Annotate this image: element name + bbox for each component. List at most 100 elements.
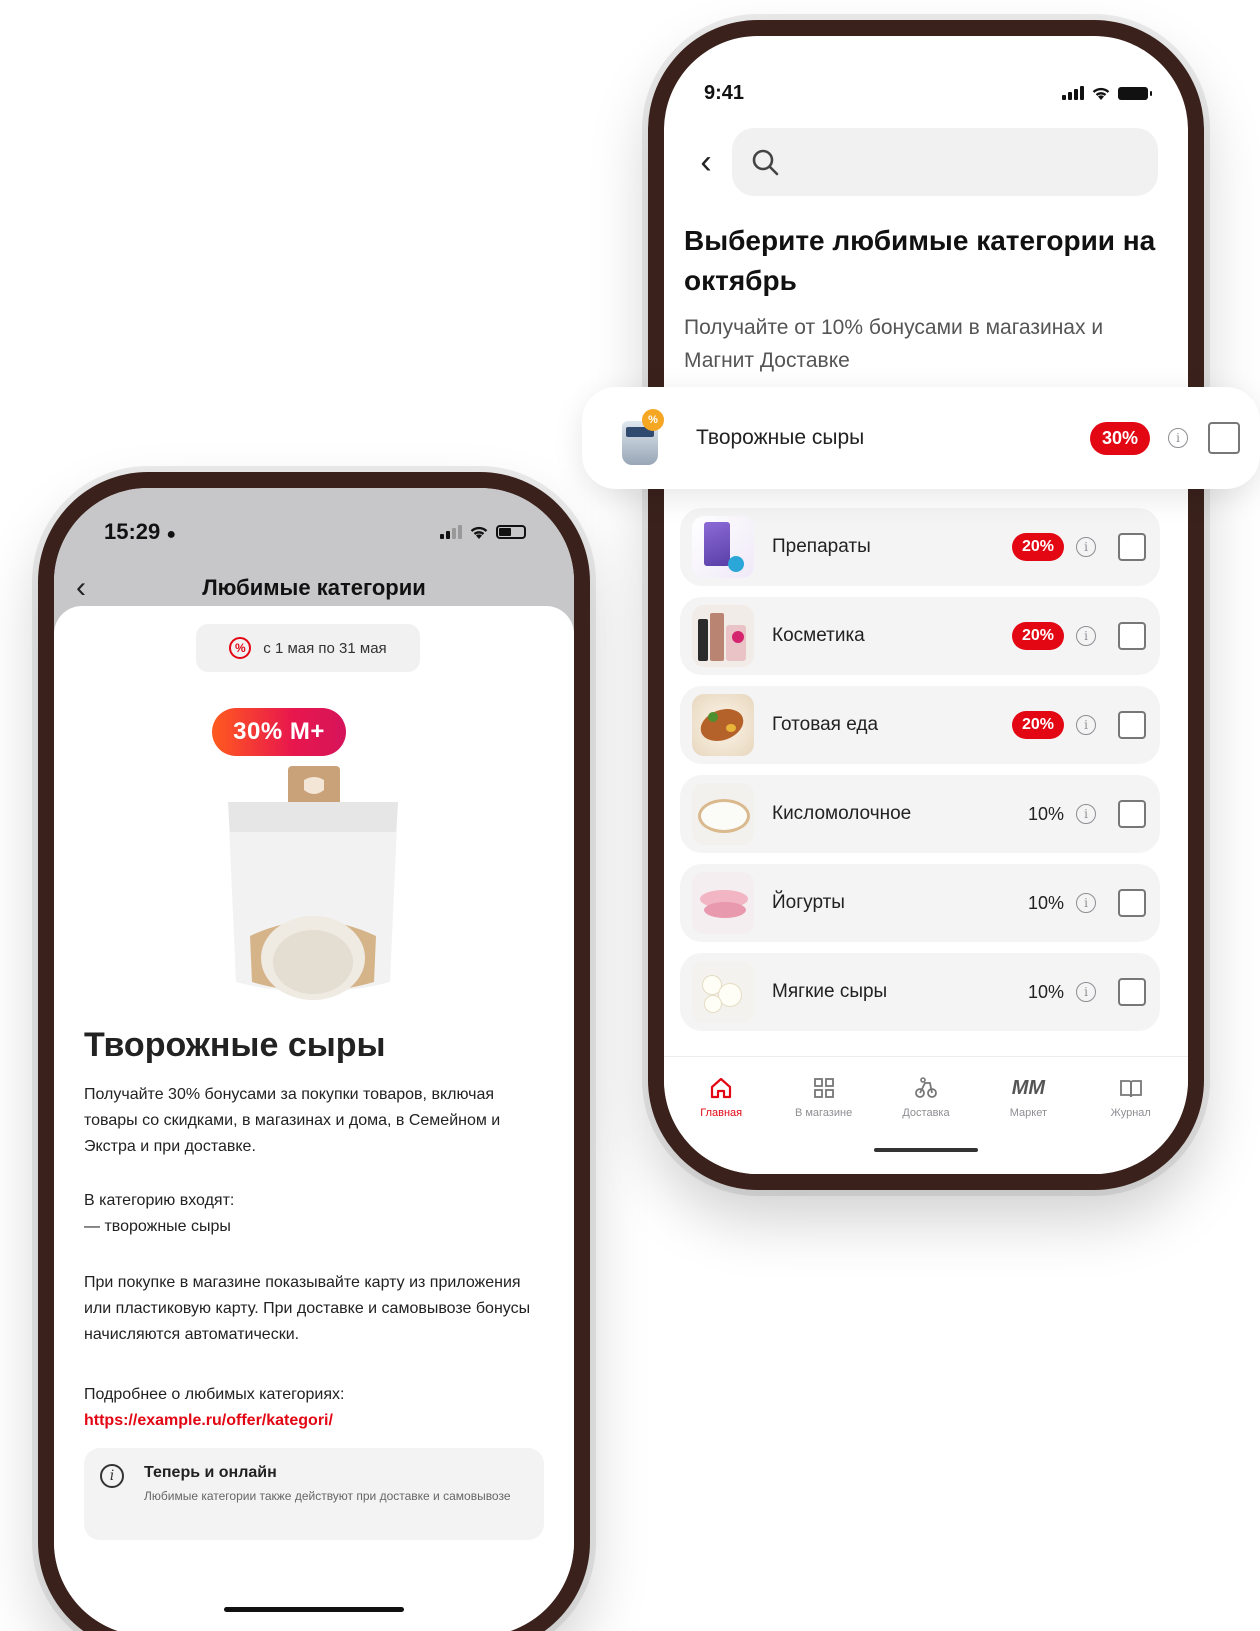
category-checkbox[interactable] xyxy=(1118,533,1146,561)
tab-label: Главная xyxy=(700,1107,743,1119)
person-icon: ● xyxy=(166,526,177,543)
category-image xyxy=(692,694,754,756)
tab-journal[interactable]: Журнал xyxy=(1086,1075,1176,1119)
includes-item: — творожные сыры xyxy=(84,1218,231,1235)
category-percent: 20% xyxy=(1011,711,1064,739)
info-icon: i xyxy=(100,1464,124,1488)
online-notice: i Теперь и онлайн Любимые категории такж… xyxy=(84,1448,544,1540)
info-icon[interactable]: i xyxy=(1168,428,1188,448)
category-image xyxy=(692,961,754,1023)
category-label: Мягкие сыры xyxy=(772,981,888,1002)
status-bar: 9:41 xyxy=(704,78,1152,108)
info-icon[interactable]: i xyxy=(1076,804,1096,824)
system-icons xyxy=(1062,85,1152,101)
highlighted-category-card[interactable]: % Творожные сыры 30% i xyxy=(582,387,1260,489)
category-item[interactable]: Препараты 20% i xyxy=(680,508,1160,586)
tab-label: В магазине xyxy=(794,1107,853,1119)
delivery-icon xyxy=(915,1077,937,1098)
includes-block: В категорию входят: — творожные сыры xyxy=(84,1188,544,1240)
back-button[interactable]: ‹ xyxy=(692,142,720,182)
date-range-chip: % с 1 мая по 31 мая xyxy=(196,624,420,672)
tab-label: Журнал xyxy=(1110,1107,1151,1119)
category-heading: Творожные сыры xyxy=(84,1026,386,1064)
discount-icon: % xyxy=(229,637,252,659)
category-label: Косметика xyxy=(772,625,865,646)
signal-icon xyxy=(440,525,462,539)
category-checkbox[interactable] xyxy=(1208,422,1240,454)
home-indicator xyxy=(874,1148,978,1152)
phone-left-screen: 15:29 ● ‹ Любимые категории % с 1 мая по… xyxy=(54,488,574,1631)
search-input[interactable] xyxy=(732,128,1158,196)
tab-in-store[interactable]: В магазине xyxy=(779,1075,869,1119)
category-percent: 10% xyxy=(1027,803,1064,824)
status-time: 9:41 xyxy=(704,81,745,104)
category-label: Готовая еда xyxy=(772,714,879,735)
category-label: Творожные сыры xyxy=(696,426,865,449)
battery-icon xyxy=(1118,86,1152,100)
product-image xyxy=(228,766,398,1000)
category-checkbox[interactable] xyxy=(1118,978,1146,1006)
nav-bar: ‹ Любимые категории xyxy=(76,568,552,608)
grid-icon xyxy=(813,1078,834,1098)
status-bar: 15:29 ● xyxy=(104,514,526,550)
promo-badge: 30% M+ xyxy=(212,708,346,756)
tab-label: Доставка xyxy=(902,1107,950,1119)
category-image xyxy=(692,783,754,845)
tab-home[interactable]: Главная xyxy=(676,1075,766,1119)
tab-delivery[interactable]: Доставка xyxy=(881,1075,971,1119)
description-paragraph: Получайте 30% бонусами за покупки товаро… xyxy=(84,1086,501,1155)
category-list: Препараты 20% i Косметика 20% i Готовая … xyxy=(680,508,1160,1042)
stage: 9:41 ‹ Выберите любимые категории на окт… xyxy=(0,0,1260,1631)
category-label: Йогурты xyxy=(772,892,845,913)
tab-label: Маркет xyxy=(1009,1107,1047,1119)
category-item[interactable]: Кисломолочное 10% i xyxy=(680,775,1160,853)
category-percent: 30% xyxy=(1089,421,1150,455)
category-label: Препараты xyxy=(772,536,871,557)
tab-market[interactable]: MM Маркет xyxy=(983,1075,1073,1120)
category-checkbox[interactable] xyxy=(1118,800,1146,828)
phone-right: 9:41 ‹ Выберите любимые категории на окт… xyxy=(648,20,1204,1190)
category-checkbox[interactable] xyxy=(1118,711,1146,739)
details-sheet: % с 1 мая по 31 мая 30% M+ Творожные сыр… xyxy=(54,606,574,1631)
more-label: Подробнее о любимых категориях: xyxy=(84,1386,345,1403)
info-icon[interactable]: i xyxy=(1076,893,1096,913)
nav-title: Любимые категории xyxy=(202,575,426,600)
category-item[interactable]: Готовая еда 20% i xyxy=(680,686,1160,764)
date-range: с 1 мая по 31 мая xyxy=(263,639,387,657)
info-icon[interactable]: i xyxy=(1076,982,1096,1002)
category-item[interactable]: Йогурты 10% i xyxy=(680,864,1160,942)
wifi-icon xyxy=(1092,87,1110,100)
category-label: Кисломолочное xyxy=(772,803,912,824)
notice-title: Теперь и онлайн xyxy=(144,1464,277,1481)
category-checkbox[interactable] xyxy=(1118,889,1146,917)
back-button[interactable]: ‹ xyxy=(76,571,116,605)
category-item[interactable]: Мягкие сыры 10% i xyxy=(680,953,1160,1031)
info-icon[interactable]: i xyxy=(1076,626,1096,646)
system-icons xyxy=(440,524,526,540)
book-icon xyxy=(1119,1080,1142,1098)
category-image xyxy=(692,516,754,578)
category-percent: 10% xyxy=(1027,981,1064,1002)
usage-paragraph: При покупке в магазине показывайте карту… xyxy=(84,1274,531,1343)
page-subtitle: Получайте от 10% бонусами в магазинах и … xyxy=(684,316,1104,372)
info-icon[interactable]: i xyxy=(1076,715,1096,735)
market-logo-icon: MM xyxy=(1011,1076,1046,1099)
category-image xyxy=(692,872,754,934)
search-icon xyxy=(752,149,779,176)
more-link[interactable]: https://example.ru/offer/kategori/ xyxy=(84,1408,544,1434)
info-icon[interactable]: i xyxy=(1076,537,1096,557)
category-percent: 20% xyxy=(1011,622,1064,650)
notice-text: Любимые категории также действуют при до… xyxy=(144,1489,511,1503)
phone-left: 15:29 ● ‹ Любимые категории % с 1 мая по… xyxy=(38,472,590,1631)
wifi-icon xyxy=(470,526,488,539)
category-image: % xyxy=(616,409,668,467)
home-icon xyxy=(711,1077,732,1099)
status-time: 15:29 ● xyxy=(104,519,177,544)
category-checkbox[interactable] xyxy=(1118,622,1146,650)
category-item[interactable]: Косметика 20% i xyxy=(680,597,1160,675)
signal-icon xyxy=(1062,86,1084,100)
page-title: Выберите любимые категории на октябрь xyxy=(684,225,1156,296)
phone-right-screen: 9:41 ‹ Выберите любимые категории на окт… xyxy=(664,36,1188,1174)
battery-icon xyxy=(496,525,526,539)
home-indicator xyxy=(224,1607,404,1612)
